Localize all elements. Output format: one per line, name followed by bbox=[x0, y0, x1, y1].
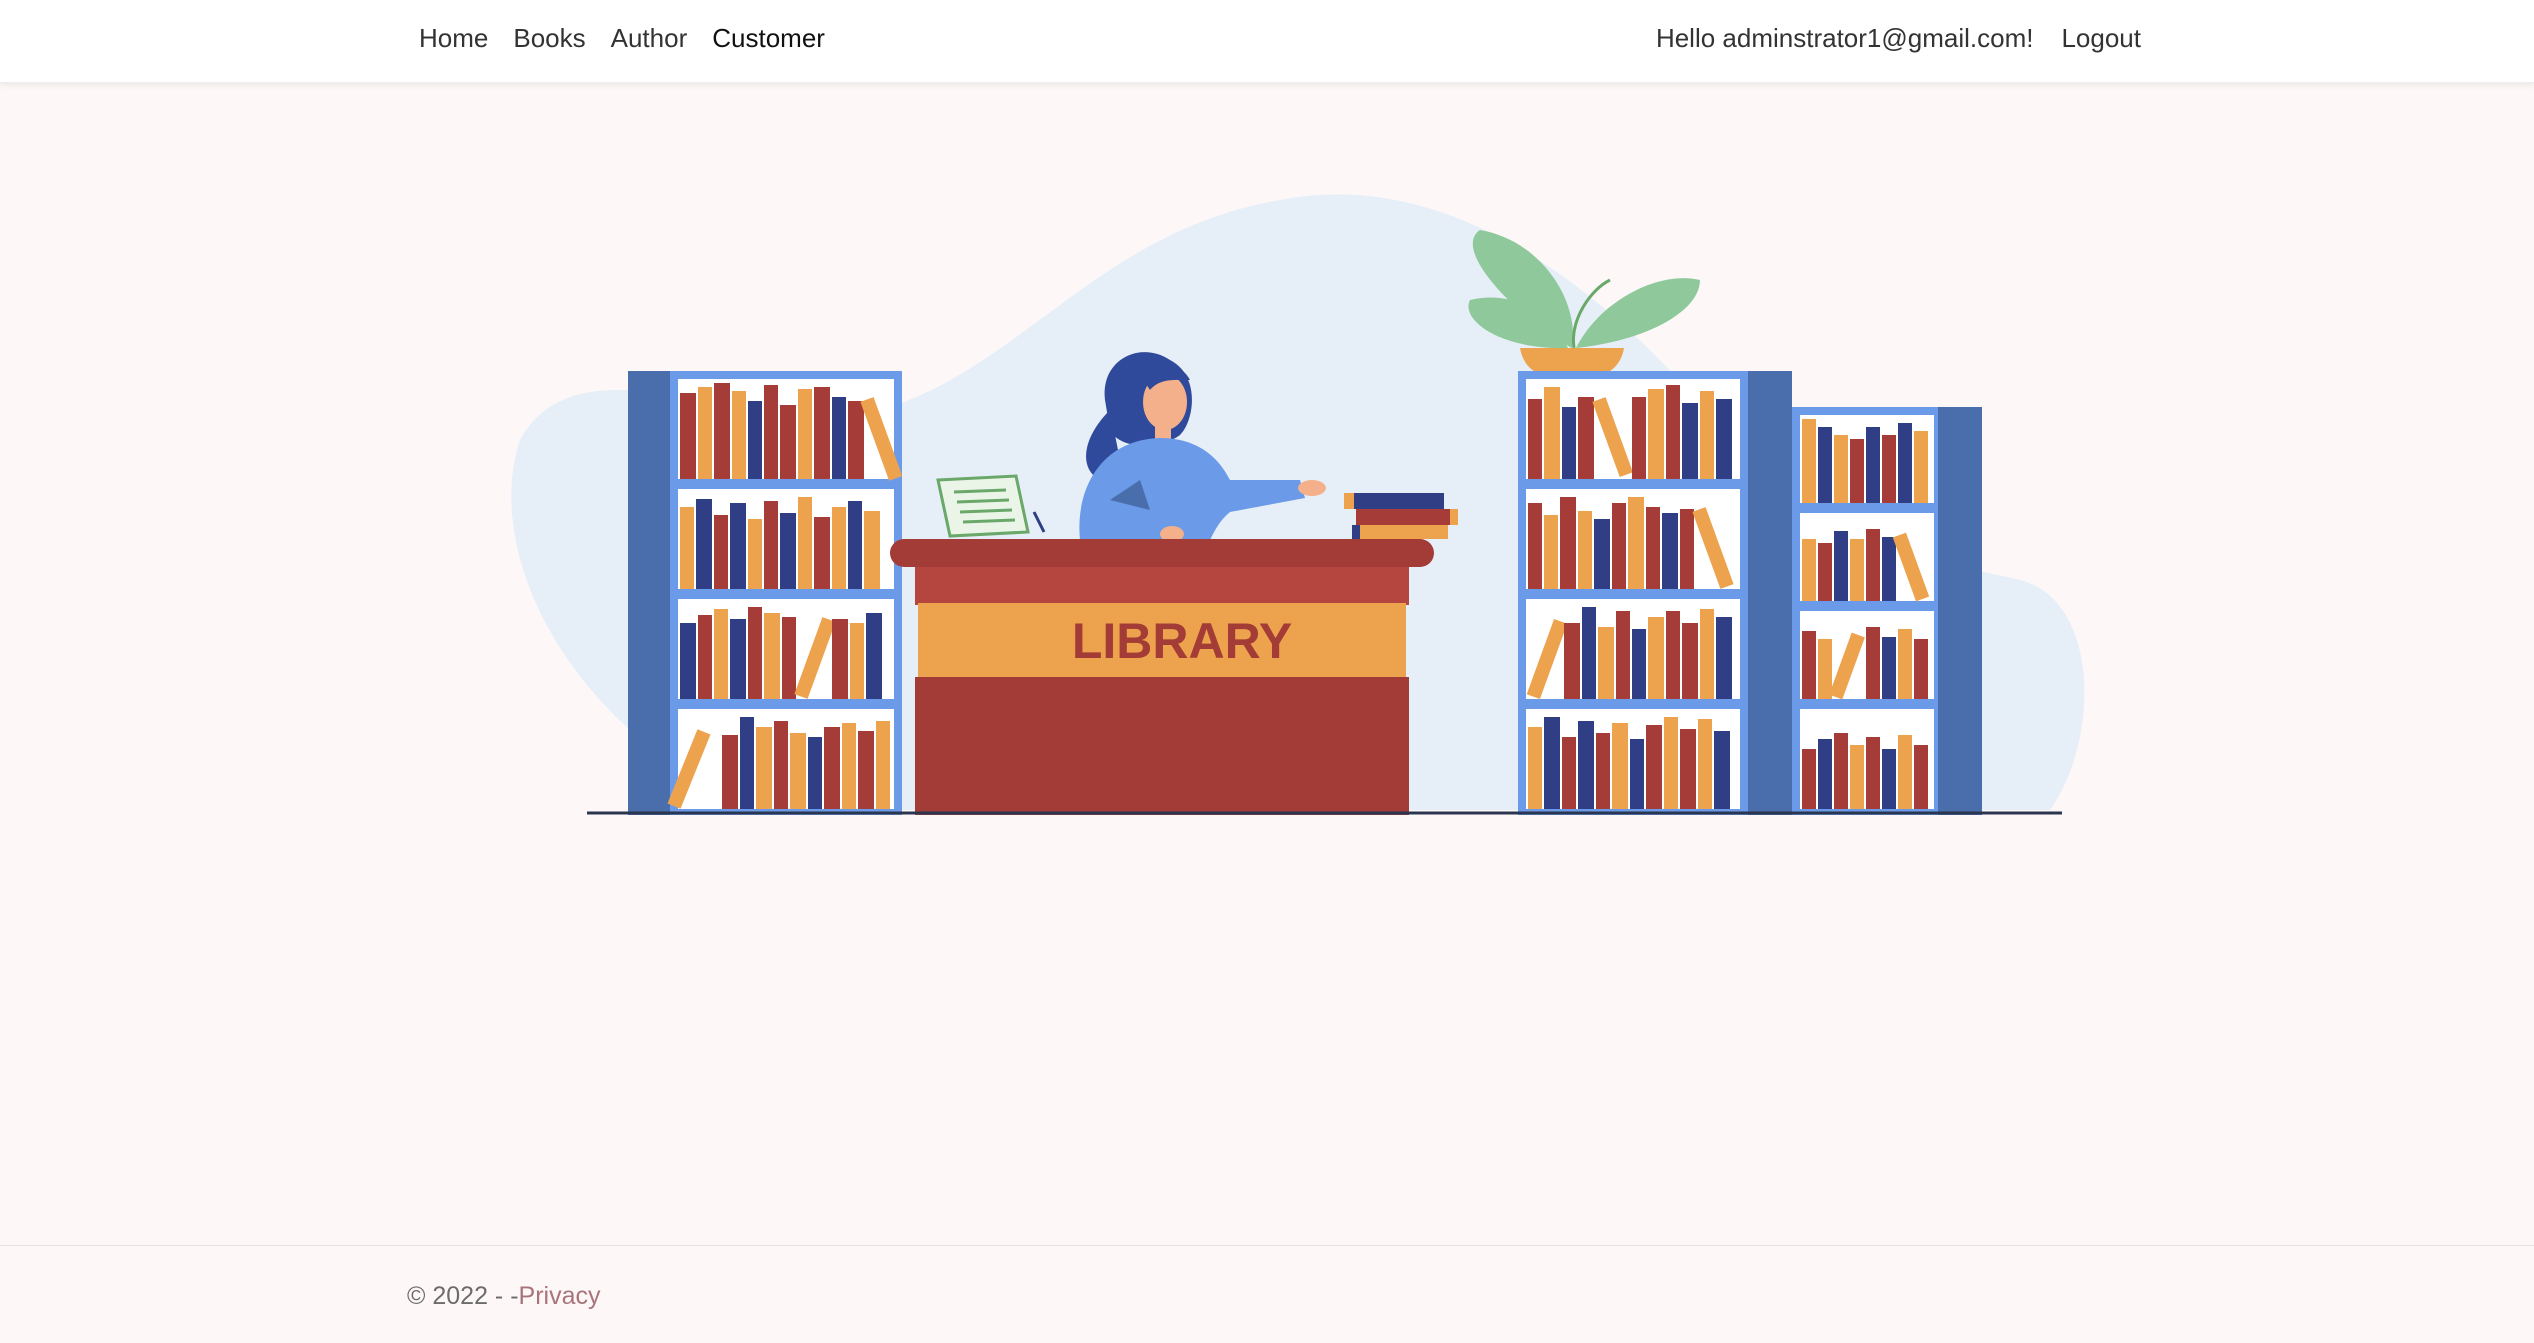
library-desk: LIBRARY bbox=[890, 539, 1434, 815]
desk-book-stack bbox=[1344, 493, 1458, 539]
desk-sign-text: LIBRARY bbox=[1072, 613, 1292, 669]
footer-text: © 2022 - -Privacy bbox=[407, 1282, 601, 1311]
nav-books-link[interactable]: Books bbox=[513, 23, 585, 54]
right-bookshelf bbox=[1518, 371, 1982, 815]
library-illustration-svg: LIBRARY bbox=[511, 194, 2085, 815]
logout-button[interactable]: Logout bbox=[2061, 23, 2141, 54]
footer-copyright: © 2022 - - bbox=[407, 1282, 519, 1310]
user-greeting[interactable]: Hello adminstrator1@gmail.com! bbox=[1656, 23, 2034, 54]
nav-customer-link[interactable]: Customer bbox=[712, 23, 825, 54]
nav-links: Home Books Author Customer bbox=[419, 0, 850, 76]
top-navbar: Home Books Author Customer Hello adminst… bbox=[0, 0, 2534, 83]
privacy-link[interactable]: Privacy bbox=[519, 1282, 601, 1310]
nav-author-link[interactable]: Author bbox=[611, 23, 688, 54]
library-illustration: LIBRARY bbox=[460, 180, 2100, 830]
left-bookshelf bbox=[628, 371, 903, 815]
nav-home-link[interactable]: Home bbox=[419, 23, 488, 54]
page-footer: © 2022 - -Privacy bbox=[0, 1245, 2534, 1343]
nav-user-area: Hello adminstrator1@gmail.com! Logout bbox=[1656, 0, 2141, 76]
